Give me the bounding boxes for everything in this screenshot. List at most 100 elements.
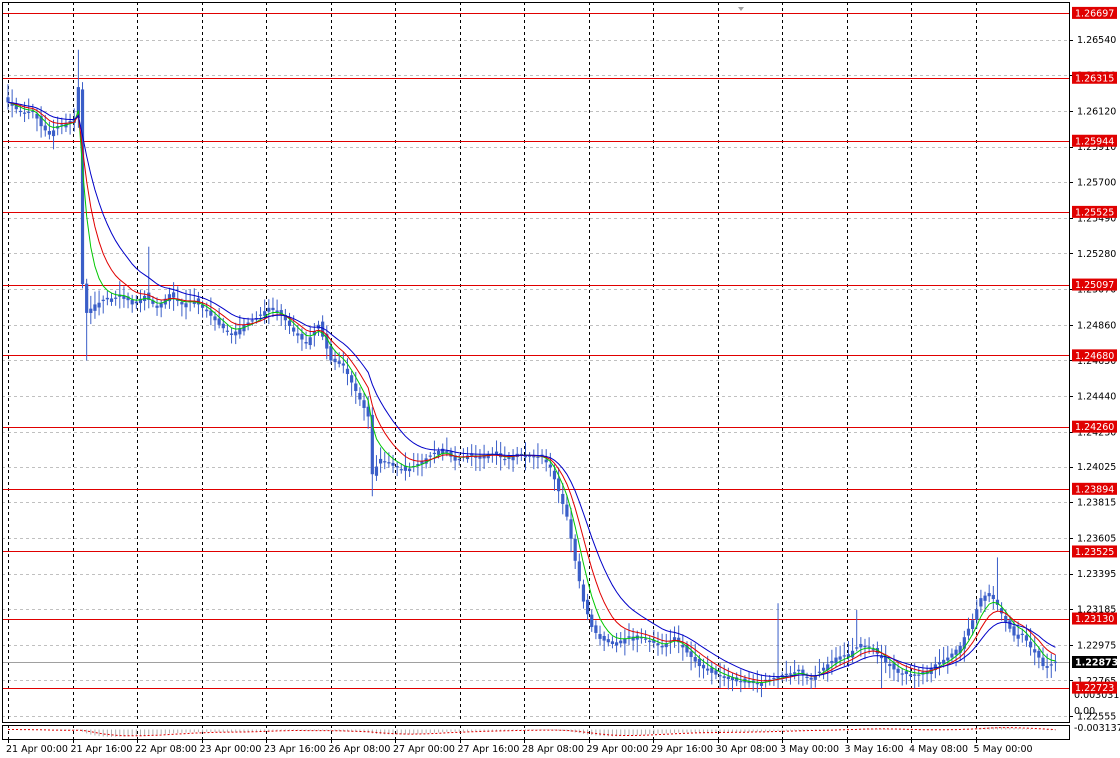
candle-body bbox=[718, 675, 722, 677]
candle-body bbox=[619, 640, 623, 644]
candle-body bbox=[250, 320, 254, 322]
candle-body bbox=[51, 130, 56, 137]
candle-body bbox=[821, 667, 826, 671]
candle-body bbox=[134, 301, 138, 304]
level-price-tag-label: 1.26315 bbox=[1075, 73, 1114, 84]
candle-body bbox=[27, 111, 31, 113]
candle-body bbox=[221, 323, 225, 329]
candle-body bbox=[350, 375, 354, 383]
candle-body bbox=[983, 595, 987, 601]
candle-body bbox=[304, 342, 308, 344]
candle-body bbox=[101, 299, 105, 302]
candle-body bbox=[979, 598, 983, 607]
candle-body bbox=[859, 643, 863, 648]
time-tick-label: 3 May 16:00 bbox=[845, 744, 904, 755]
candle-body bbox=[714, 670, 718, 675]
price-chart: 1.265401.263301.261201.259101.257001.254… bbox=[0, 0, 1120, 758]
candle-body bbox=[358, 392, 362, 400]
time-tick-label: 5 May 00:00 bbox=[974, 744, 1033, 755]
candle-body bbox=[797, 669, 801, 672]
candle-body bbox=[809, 677, 813, 680]
candle-body bbox=[300, 333, 304, 340]
candle-body bbox=[97, 302, 101, 308]
candle-body bbox=[602, 635, 606, 641]
candle-body bbox=[341, 363, 345, 366]
candle-body bbox=[287, 320, 292, 326]
candle-body bbox=[681, 644, 685, 648]
candle-body bbox=[184, 303, 188, 308]
candle-body bbox=[975, 609, 979, 620]
candle-body bbox=[904, 671, 908, 674]
level-price-tag-label: 1.25525 bbox=[1075, 207, 1114, 218]
time-tick-label: 27 Apr 16:00 bbox=[458, 744, 520, 755]
candle-body bbox=[701, 664, 706, 669]
candle-body bbox=[258, 314, 263, 316]
candle-body bbox=[407, 468, 412, 472]
time-tick-label: 21 Apr 00:00 bbox=[6, 744, 68, 755]
candle-body bbox=[209, 310, 213, 316]
current-price-tag-label: 1.22873 bbox=[1075, 658, 1118, 669]
candle-body bbox=[830, 660, 834, 664]
candle-body bbox=[987, 593, 991, 597]
candle-body bbox=[917, 674, 921, 676]
candle-body bbox=[569, 519, 573, 539]
time-tick-label: 22 Apr 08:00 bbox=[135, 744, 197, 755]
candle-body bbox=[172, 292, 176, 298]
candle-body bbox=[627, 636, 631, 638]
price-tick-label: 1.23395 bbox=[1077, 569, 1116, 580]
candle-body bbox=[379, 458, 383, 464]
candle-body bbox=[660, 645, 664, 648]
candle-body bbox=[217, 318, 221, 325]
time-tick-label: 27 Apr 00:00 bbox=[393, 744, 455, 755]
candle-body bbox=[656, 643, 660, 646]
level-price-tag-label: 1.26697 bbox=[1075, 8, 1114, 19]
candle-body bbox=[689, 651, 693, 658]
candle-body bbox=[863, 645, 867, 648]
oscillator-tick-label: 0.00 bbox=[1074, 706, 1095, 717]
candle-body bbox=[109, 298, 114, 302]
candle-body bbox=[1004, 615, 1008, 622]
candle-body bbox=[374, 466, 379, 476]
candle-body bbox=[432, 452, 437, 455]
time-tick-label: 30 Apr 08:00 bbox=[716, 744, 778, 755]
candle-body bbox=[399, 469, 403, 471]
level-price-tag-label: 1.25097 bbox=[1075, 280, 1114, 291]
candle-body bbox=[971, 620, 975, 630]
candle-body bbox=[1012, 626, 1016, 636]
candle-body bbox=[225, 330, 230, 332]
price-tick-label: 1.24440 bbox=[1077, 392, 1116, 403]
candle-body bbox=[784, 673, 788, 675]
candle-body bbox=[155, 305, 159, 308]
price-tick-label: 1.22975 bbox=[1077, 640, 1116, 651]
candle-body bbox=[383, 461, 387, 463]
candle-body bbox=[213, 316, 217, 321]
price-tick-label: 1.23605 bbox=[1077, 533, 1116, 544]
candle-body bbox=[532, 456, 536, 458]
candle-body bbox=[296, 333, 300, 336]
time-tick-label: 26 Apr 08:00 bbox=[329, 744, 391, 755]
candle-body bbox=[507, 457, 511, 459]
candle-body bbox=[896, 668, 900, 673]
candle-body bbox=[6, 97, 10, 103]
time-tick-label: 29 Apr 16:00 bbox=[651, 744, 713, 755]
time-tick-label: 4 May 08:00 bbox=[909, 744, 968, 755]
candle-body bbox=[755, 683, 759, 685]
candle-body bbox=[1041, 657, 1045, 667]
candle-body bbox=[395, 466, 399, 468]
candle-body bbox=[1033, 649, 1037, 653]
candle-body bbox=[946, 657, 950, 661]
price-tick-label: 1.23815 bbox=[1077, 498, 1116, 509]
candle-body bbox=[888, 663, 892, 667]
candle-body bbox=[436, 451, 441, 455]
candle-body bbox=[557, 478, 561, 492]
candle-body bbox=[18, 110, 23, 113]
candle-body bbox=[205, 309, 209, 312]
candle-body bbox=[105, 297, 109, 300]
candle-body bbox=[391, 462, 395, 466]
time-tick-label: 29 Apr 00:00 bbox=[587, 744, 649, 755]
candle-body bbox=[664, 643, 668, 648]
oscillator-tick-label: -0.003137 bbox=[1074, 723, 1120, 734]
candle-body bbox=[581, 584, 586, 602]
candle-body bbox=[263, 311, 267, 316]
candle-body bbox=[991, 594, 995, 599]
